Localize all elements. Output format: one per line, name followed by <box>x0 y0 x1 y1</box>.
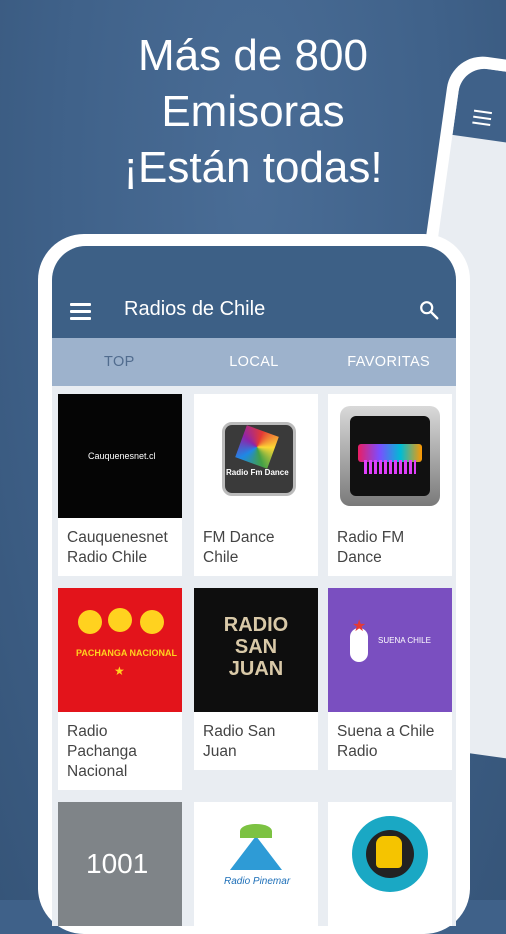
station-logo: Cauquenesnet.cl <box>58 394 182 518</box>
search-icon[interactable] <box>418 299 440 321</box>
station-name: FM Dance Chile <box>203 529 275 566</box>
station-logo: Radio Fm Dance <box>194 394 318 518</box>
station-logo: ★ SUENA CHILE <box>328 588 452 712</box>
station-logo-text: Radio Pinemar <box>224 876 291 887</box>
tab-favoritas[interactable]: FAVORITAS <box>321 338 456 386</box>
station-card-radio-fm-dance[interactable]: Radio FM Dance <box>328 394 452 576</box>
phone-screen: Radios de Chile TOP LOCAL FAVORITAS Cauq… <box>52 246 456 926</box>
station-logo-text: Cauquenesnet.cl <box>88 451 156 461</box>
station-card-1001[interactable]: 1001 <box>58 802 182 926</box>
station-logo <box>328 394 452 518</box>
station-name: Radio FM Dance <box>337 529 405 566</box>
station-logo-text: PACHANGA NACIONAL <box>76 648 177 658</box>
station-card-fm-dance-chile[interactable]: Radio Fm Dance FM Dance Chile <box>194 394 318 576</box>
station-logo-text: RADIO SAN JUAN <box>223 614 289 680</box>
app-title: Radios de Chile <box>124 298 266 320</box>
tab-bar: TOP LOCAL FAVORITAS <box>52 338 456 386</box>
station-name: Radio San Juan <box>203 723 276 760</box>
secondary-app-bar <box>452 65 506 192</box>
station-logo: RADIO SAN JUAN <box>194 588 318 712</box>
menu-icon[interactable] <box>70 303 91 324</box>
station-name: Suena a Chile Radio <box>337 723 435 760</box>
station-logo-text: Radio Fm Dance <box>226 468 289 477</box>
station-name: Cauquenesnet Radio Chile <box>67 529 168 566</box>
promo-line-2: Emisoras <box>161 87 345 136</box>
station-logo-text: SUENA CHILE <box>378 636 431 645</box>
tab-top[interactable]: TOP <box>52 338 187 386</box>
app-bar: Radios de Chile <box>52 246 456 338</box>
station-logo <box>328 802 452 926</box>
station-card-rock[interactable] <box>328 802 452 926</box>
station-logo: 1001 <box>58 802 182 926</box>
station-logo-text: 1001 <box>86 848 149 879</box>
promo-headline: Más de 800 Emisoras ¡Están todas! <box>0 28 506 196</box>
promo-line-3: ¡Están todas! <box>123 143 383 192</box>
menu-icon <box>472 109 493 130</box>
station-card-suena-a-chile[interactable]: ★ SUENA CHILE Suena a Chile Radio <box>328 588 452 770</box>
station-card-pachanga-nacional[interactable]: PACHANGA NACIONAL ★ Radio Pachanga Nacio… <box>58 588 182 790</box>
station-card-radio-pinemar[interactable]: Radio Pinemar <box>194 802 318 926</box>
tab-local[interactable]: LOCAL <box>187 338 322 386</box>
station-name: Radio Pachanga Nacional <box>67 723 137 780</box>
station-card-cauquenesnet[interactable]: Cauquenesnet.cl Cauquenesnet Radio Chile <box>58 394 182 576</box>
phone-frame: Radios de Chile TOP LOCAL FAVORITAS Cauq… <box>38 234 470 934</box>
station-logo: Radio Pinemar <box>194 802 318 926</box>
station-card-radio-san-juan[interactable]: RADIO SAN JUAN Radio San Juan <box>194 588 318 770</box>
station-logo: PACHANGA NACIONAL ★ <box>58 588 182 712</box>
promo-line-1: Más de 800 <box>138 31 368 80</box>
